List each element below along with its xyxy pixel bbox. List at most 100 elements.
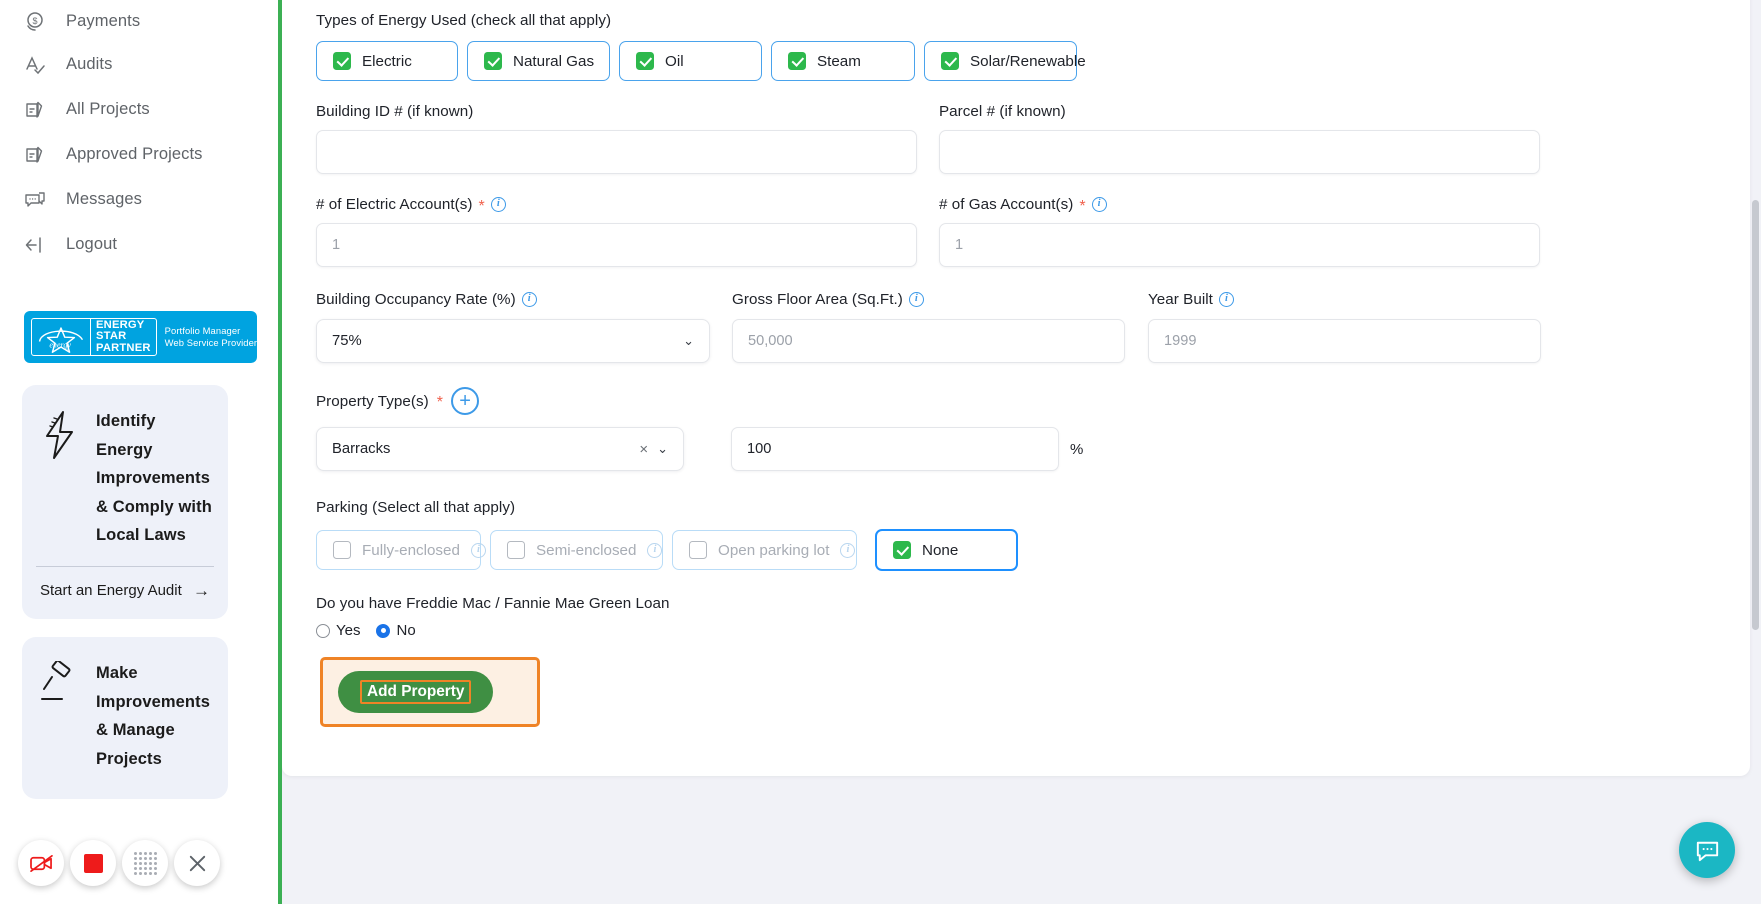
checkbox-steam[interactable]: Steam [771, 41, 915, 81]
percent-symbol: % [1070, 440, 1084, 458]
sidebar-item-payments[interactable]: $ Payments [0, 0, 278, 42]
checkbox-solar-renewable[interactable]: Solar/Renewable [924, 41, 1086, 81]
close-icon[interactable] [174, 840, 220, 886]
promo-card-manage-projects[interactable]: Make Improvements & Manage Projects [22, 636, 228, 800]
sidebar-item-approved-projects[interactable]: Approved Projects [0, 132, 278, 177]
label-text: # of Electric Account(s) [316, 196, 473, 213]
dot-grid [133, 851, 157, 875]
promo-line: Make [96, 663, 138, 682]
select-value: 75% [332, 333, 362, 349]
energy-types-label: Types of Energy Used (check all that app… [316, 12, 612, 29]
info-icon[interactable]: i [1218, 292, 1234, 307]
year-built-label: Year Built i [1148, 291, 1564, 308]
info-icon[interactable]: i [647, 542, 663, 558]
projects-icon [22, 97, 48, 123]
checkbox-box [689, 541, 707, 559]
input-placeholder: 1 [955, 237, 964, 253]
chat-bubble-icon[interactable] [1679, 822, 1735, 878]
building-id-label: Building ID # (if known) [316, 103, 474, 120]
sidebar-item-label: Logout [66, 235, 118, 253]
sidebar-item-logout[interactable]: Logout [0, 222, 278, 267]
chevron-down-icon: ⌄ [657, 441, 668, 456]
info-icon[interactable]: i [470, 542, 486, 558]
info-icon[interactable]: i [1091, 197, 1107, 212]
info-icon[interactable]: i [521, 292, 537, 307]
radio-option-no[interactable]: No [376, 622, 416, 639]
checkbox-open-parking-lot[interactable]: Open parking lot i [672, 530, 857, 570]
checkbox-box [333, 541, 351, 559]
sidebar-nav: $ Payments Audits All Projects Approved … [0, 0, 278, 267]
badge-line-3: PARTNER [96, 341, 151, 354]
sidebar-item-messages[interactable]: Messages [0, 177, 278, 222]
checkbox-electric[interactable]: Electric [316, 41, 458, 81]
parcel-input[interactable] [939, 130, 1540, 174]
add-property-form-card: i Types of Energy Used (check all that a… [282, 0, 1750, 776]
gas-accounts-input[interactable]: 1 [939, 223, 1540, 267]
payments-icon: $ [22, 8, 48, 34]
checkbox-label: Natural Gas [513, 52, 595, 70]
drag-handle-icon[interactable] [122, 840, 168, 886]
cta-label: Start an Energy Audit [40, 582, 182, 600]
info-icon[interactable]: i [490, 197, 506, 212]
app-root: $ Payments Audits All Projects Approved … [0, 0, 1761, 904]
radio-circle [316, 623, 330, 638]
energy-star-logo-icon: energy [32, 319, 91, 355]
sidebar: $ Payments Audits All Projects Approved … [0, 0, 282, 904]
radio-option-yes[interactable]: Yes [316, 622, 360, 639]
property-type-select[interactable]: Barracks × ⌄ [316, 427, 684, 471]
input-placeholder: 1999 [1164, 333, 1197, 349]
checkbox-box [893, 541, 911, 559]
energy-star-wordmark: ENERGY STAR PARTNER [91, 319, 156, 355]
vertical-scrollbar[interactable] [1752, 200, 1759, 630]
checkbox-box [333, 52, 351, 70]
green-loan-radio-group: Yes No [316, 622, 1716, 639]
promo-line: Energy [96, 440, 153, 459]
checkbox-label: Oil [665, 52, 684, 70]
sidebar-item-label: Approved Projects [66, 145, 203, 163]
building-id-input[interactable] [316, 130, 917, 174]
sidebar-item-label: All Projects [66, 100, 150, 118]
checkbox-natural-gas[interactable]: Natural Gas [467, 41, 610, 81]
sidebar-item-audits[interactable]: Audits [0, 42, 278, 87]
badge-tagline-1: Portfolio Manager [164, 325, 241, 336]
promo-line: Projects [96, 749, 162, 768]
camera-off-icon[interactable] [18, 840, 64, 886]
gross-floor-area-input[interactable]: 50,000 [732, 319, 1125, 363]
stop-recording-icon[interactable] [70, 840, 116, 886]
stop-square [83, 853, 103, 873]
checkbox-label: Electric [362, 52, 412, 70]
promo-line: Improvements [96, 469, 210, 488]
gross-floor-area-label: Gross Floor Area (Sq.Ft.) i [732, 291, 1148, 308]
checkbox-oil[interactable]: Oil [619, 41, 762, 81]
checkbox-fully-enclosed[interactable]: Fully-enclosed i [316, 530, 486, 570]
radio-label: No [396, 622, 416, 639]
sidebar-item-all-projects[interactable]: All Projects [0, 87, 278, 132]
checkbox-label: Steam [817, 52, 861, 70]
checkbox-box [636, 52, 654, 70]
info-icon[interactable]: i [908, 292, 924, 307]
checkbox-box [941, 52, 959, 70]
year-built-input[interactable]: 1999 [1148, 319, 1541, 363]
svg-text:energy: energy [49, 341, 71, 350]
checkbox-none[interactable]: None [875, 529, 1018, 571]
electric-accounts-input[interactable]: 1 [316, 223, 917, 267]
radio-label: Yes [336, 622, 361, 639]
occupancy-select[interactable]: 75% ⌄ [316, 319, 710, 363]
promo-title: Identify Energy Improvements & Comply wi… [96, 407, 212, 550]
checkbox-box [507, 541, 525, 559]
clear-selection-icon[interactable]: × [639, 441, 648, 458]
promo-line: & Manage [96, 721, 175, 740]
add-property-type-button[interactable]: + [451, 387, 480, 415]
property-type-percent-input[interactable]: 100 [731, 427, 1059, 471]
checkbox-label: Solar/Renewable [970, 52, 1086, 70]
add-property-button[interactable]: Add Property [338, 671, 494, 713]
logout-icon [22, 232, 48, 258]
promo-card-energy-audit[interactable]: Identify Energy Improvements & Comply wi… [22, 385, 228, 619]
checkbox-semi-enclosed[interactable]: Semi-enclosed i [490, 530, 663, 570]
promo-line: & Comply with [96, 497, 212, 516]
sidebar-item-label: Messages [66, 190, 143, 208]
svg-text:$: $ [32, 16, 37, 26]
info-icon[interactable]: i [840, 542, 856, 558]
start-energy-audit-button[interactable]: Start an Energy Audit → [22, 567, 228, 619]
approved-projects-icon [22, 142, 48, 168]
